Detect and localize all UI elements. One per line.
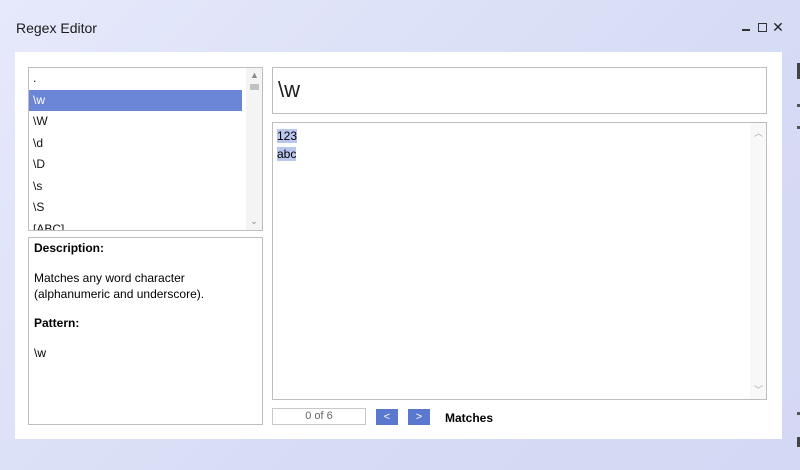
description-text: Matches any word character (alphanumeric…	[34, 271, 205, 301]
regex-editor-window: Regex Editor ✕ . \w \W \d \D \s \S [ABC]…	[0, 0, 800, 470]
pattern-list-item[interactable]: \d	[29, 133, 242, 155]
window-controls: ✕	[740, 20, 784, 34]
pattern-list[interactable]: . \w \W \d \D \s \S [ABC] ▲ ⌄	[28, 67, 263, 231]
test-text-area[interactable]: 123 abc ︿ ﹀	[272, 122, 767, 400]
pattern-list-item[interactable]: \S	[29, 197, 242, 219]
chevron-down-icon[interactable]: ﹀	[754, 383, 763, 396]
test-line: 123	[277, 128, 298, 144]
pattern-list-item[interactable]: .	[29, 68, 242, 90]
pattern-list-item[interactable]: \D	[29, 154, 242, 176]
minimize-icon[interactable]	[740, 21, 752, 33]
chevron-down-icon[interactable]: ⌄	[250, 217, 258, 226]
match-counter: 0 of 6	[272, 408, 366, 425]
description-heading: Description:	[34, 241, 105, 255]
maximize-icon[interactable]	[756, 21, 768, 33]
pattern-list-item[interactable]: [ABC]	[29, 219, 242, 231]
test-line: abc	[277, 146, 297, 162]
matches-label: Matches	[445, 411, 494, 425]
pattern-list-item[interactable]: \W	[29, 111, 242, 133]
chevron-up-icon[interactable]: ︿	[754, 126, 763, 139]
scroll-up-icon[interactable]: ▲	[250, 71, 259, 80]
scroll-thumb[interactable]	[250, 84, 259, 90]
pattern-input-text: \w	[278, 77, 300, 102]
match-highlight: abc	[277, 147, 297, 161]
pattern-list-scrollbar[interactable]: ▲ ⌄	[246, 68, 262, 230]
pattern-list-item[interactable]: \s	[29, 176, 242, 198]
pattern-heading: Pattern:	[34, 316, 80, 330]
editor-panel: . \w \W \d \D \s \S [ABC] ▲ ⌄ Descriptio…	[15, 52, 782, 439]
test-area-scrollbar[interactable]: ︿ ﹀	[750, 123, 766, 399]
match-highlight: 123	[277, 129, 298, 143]
pattern-list-item-selected[interactable]: \w	[29, 89, 242, 111]
pattern-input[interactable]: \w	[272, 67, 767, 114]
next-match-button[interactable]: >	[408, 409, 430, 425]
description-box: Description: Matches any word character …	[28, 237, 263, 425]
close-icon[interactable]: ✕	[772, 20, 784, 34]
previous-match-button[interactable]: <	[376, 409, 398, 425]
pattern-value: \w	[34, 346, 46, 360]
window-title: Regex Editor	[16, 20, 97, 36]
